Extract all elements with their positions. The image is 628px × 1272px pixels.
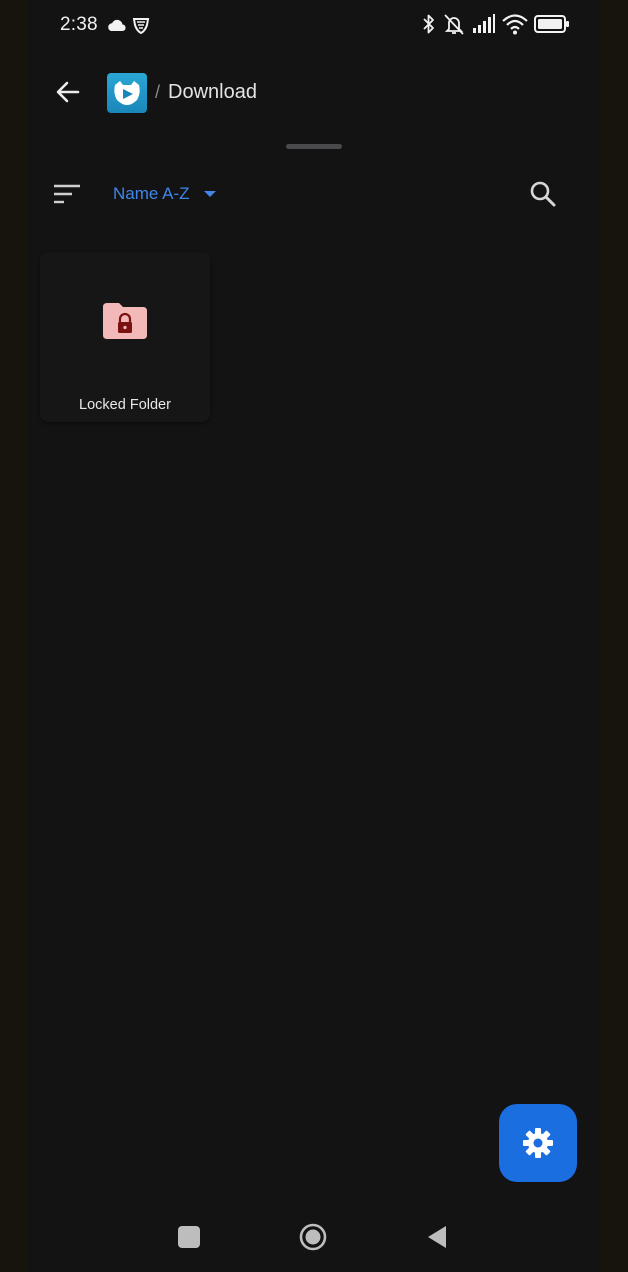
signal-icon (473, 14, 495, 33)
sort-order-dropdown[interactable]: Name A-Z (113, 184, 222, 204)
app-logo[interactable] (107, 73, 147, 113)
bell-muted-icon (444, 14, 464, 35)
locked-folder-icon (103, 303, 147, 339)
battery-icon (534, 15, 569, 33)
back-button[interactable] (50, 74, 86, 110)
folder-label: Locked Folder (79, 397, 171, 413)
search-button[interactable] (527, 178, 559, 210)
system-nav-bar (28, 1210, 600, 1264)
breadcrumb: / Download (155, 81, 257, 104)
app-logo-icon (114, 81, 140, 105)
sort-order-label: Name A-Z (113, 184, 190, 203)
status-left-icons (108, 16, 168, 41)
search-icon (530, 181, 556, 207)
cloud-icon (108, 19, 126, 31)
gear-icon (523, 1128, 553, 1158)
settings-fab[interactable] (499, 1104, 577, 1182)
status-time: 2:38 (60, 14, 98, 35)
arrow-left-icon (56, 81, 80, 103)
breadcrumb-current-folder[interactable]: Download (168, 81, 257, 104)
bluetooth-icon (423, 14, 434, 34)
sort-button[interactable] (52, 182, 82, 206)
home-circle-icon[interactable] (299, 1223, 327, 1251)
drag-handle[interactable] (286, 144, 342, 149)
caret-down-icon (203, 191, 216, 197)
status-bar: 2:38 (28, 0, 600, 52)
app-screen: 2:38 / Download Name A-Z Locked Folder (28, 0, 600, 1272)
recents-square-icon[interactable] (178, 1226, 200, 1248)
status-right-icons (422, 12, 570, 36)
folder-tile-locked-folder[interactable]: Locked Folder (40, 252, 210, 422)
breadcrumb-separator: / (155, 82, 161, 102)
vpn-shield-icon (132, 18, 150, 35)
sort-lines-icon (54, 184, 80, 204)
back-triangle-icon[interactable] (426, 1224, 448, 1250)
wifi-icon (502, 14, 528, 35)
